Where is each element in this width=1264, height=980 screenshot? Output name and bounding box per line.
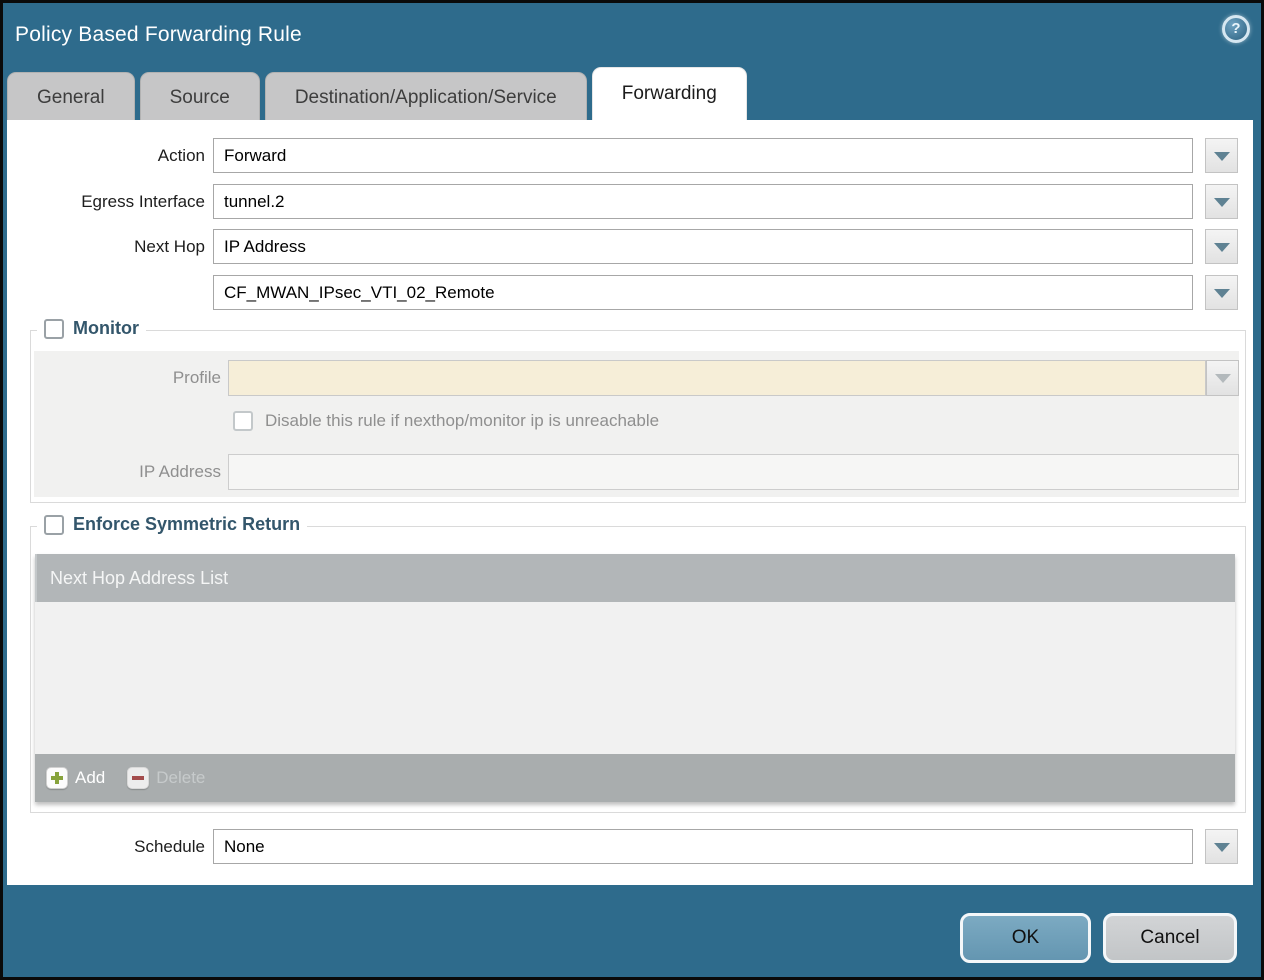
monitor-section: Monitor Profile Disable this rule if nex… [30, 330, 1246, 503]
ok-button[interactable]: OK [960, 913, 1091, 963]
chevron-down-icon [1214, 197, 1230, 206]
action-label: Action [7, 138, 205, 173]
monitor-ip-address-field [228, 454, 1239, 490]
profile-field [228, 360, 1206, 396]
next-hop-address-field[interactable]: CF_MWAN_IPsec_VTI_02_Remote [213, 275, 1193, 310]
egress-interface-label: Egress Interface [7, 184, 205, 219]
schedule-dropdown-button[interactable] [1205, 829, 1238, 864]
minus-icon [127, 767, 149, 789]
tab-general[interactable]: General [7, 72, 135, 120]
dialog-title: Policy Based Forwarding Rule [15, 23, 302, 47]
schedule-field[interactable]: None [213, 829, 1193, 864]
pbf-rule-dialog: Policy Based Forwarding Rule ? General S… [0, 0, 1264, 980]
monitor-legend: Monitor [37, 318, 146, 339]
tab-source[interactable]: Source [140, 72, 260, 120]
monitor-legend-label: Monitor [73, 318, 139, 339]
disable-rule-checkbox [233, 411, 253, 431]
action-dropdown-button[interactable] [1205, 138, 1238, 173]
tab-bar: General Source Destination/Application/S… [7, 67, 747, 120]
chevron-down-icon [1214, 842, 1230, 851]
monitor-body: Profile Disable this rule if nexthop/mon… [34, 351, 1239, 497]
enforce-symmetric-return-section: Enforce Symmetric Return Next Hop Addres… [30, 526, 1246, 813]
next-hop-field[interactable]: IP Address [213, 229, 1193, 264]
chevron-down-icon [1214, 288, 1230, 297]
next-hop-address-list-toolbar: Add Delete [35, 754, 1235, 802]
add-button[interactable]: Add [46, 767, 105, 789]
help-icon[interactable]: ? [1222, 15, 1250, 43]
chevron-down-icon [1214, 242, 1230, 251]
profile-dropdown-button [1206, 360, 1239, 396]
enforce-symmetric-return-legend-label: Enforce Symmetric Return [73, 514, 300, 535]
monitor-ip-address-label: IP Address [34, 454, 221, 490]
action-field[interactable]: Forward [213, 138, 1193, 173]
next-hop-address-dropdown-button[interactable] [1205, 275, 1238, 310]
delete-button: Delete [127, 767, 205, 789]
next-hop-address-list-table: Next Hop Address List Add Delete [35, 554, 1235, 802]
monitor-checkbox[interactable] [44, 319, 64, 339]
chevron-down-icon [1214, 151, 1230, 160]
tab-destination-application-service[interactable]: Destination/Application/Service [265, 72, 587, 120]
enforce-symmetric-return-checkbox[interactable] [44, 515, 64, 535]
chevron-down-icon [1215, 374, 1231, 383]
schedule-label: Schedule [7, 829, 205, 864]
forwarding-tab-panel: Action Forward Egress Interface tunnel.2… [7, 120, 1253, 885]
egress-interface-field[interactable]: tunnel.2 [213, 184, 1193, 219]
tab-forwarding[interactable]: Forwarding [592, 67, 747, 120]
profile-label: Profile [34, 360, 221, 396]
cancel-button[interactable]: Cancel [1103, 913, 1237, 963]
next-hop-dropdown-button[interactable] [1205, 229, 1238, 264]
plus-icon [46, 767, 68, 789]
egress-interface-dropdown-button[interactable] [1205, 184, 1238, 219]
next-hop-label: Next Hop [7, 229, 205, 264]
enforce-symmetric-return-legend: Enforce Symmetric Return [37, 514, 307, 535]
disable-rule-label: Disable this rule if nexthop/monitor ip … [265, 411, 659, 431]
next-hop-address-list-header: Next Hop Address List [35, 554, 1235, 602]
next-hop-address-list-body[interactable] [35, 602, 1235, 754]
